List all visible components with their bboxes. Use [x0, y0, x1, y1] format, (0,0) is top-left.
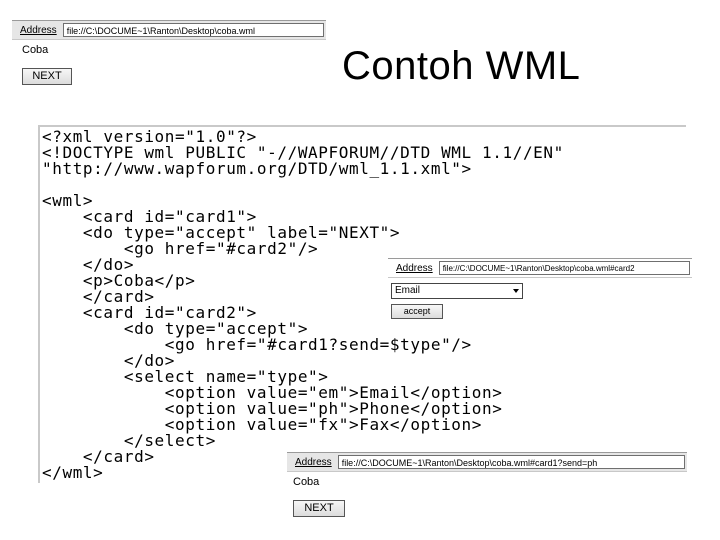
address-bar: Address file://C:\DOCUME~1\Ranton\Deskto…	[388, 258, 692, 278]
code-line: "http://www.wapforum.org/DTD/wml_1.1.xml…	[42, 159, 472, 178]
chevron-down-icon	[513, 289, 519, 293]
next-button[interactable]: NEXT	[293, 500, 345, 517]
type-select[interactable]: Email	[391, 283, 523, 299]
code-block: <?xml version="1.0"?> <!DOCTYPE wml PUBLI…	[42, 129, 564, 481]
code-panel: <?xml version="1.0"?> <!DOCTYPE wml PUBLI…	[38, 125, 686, 483]
next-button[interactable]: NEXT	[22, 68, 72, 85]
address-input[interactable]: file://C:\DOCUME~1\Ranton\Desktop\coba.w…	[337, 455, 685, 469]
address-label: Address	[20, 24, 57, 36]
card-text: Coba	[22, 44, 49, 56]
address-bar: Address file://C:\DOCUME~1\Ranton\Deskto…	[12, 20, 326, 40]
select-value: Email	[395, 285, 421, 296]
address-label: Address	[396, 262, 433, 274]
address-input[interactable]: file://C:\DOCUME~1\Ranton\Desktop\coba.w…	[438, 261, 690, 275]
accept-button[interactable]: accept	[391, 304, 443, 319]
address-label: Address	[295, 456, 332, 468]
address-bar: Address file://C:\DOCUME~1\Ranton\Deskto…	[287, 452, 687, 472]
slide-title: Contoh WML	[342, 44, 581, 88]
card-text: Coba	[293, 476, 320, 488]
address-input[interactable]: file://C:\DOCUME~1\Ranton\Desktop\coba.w…	[62, 23, 324, 37]
